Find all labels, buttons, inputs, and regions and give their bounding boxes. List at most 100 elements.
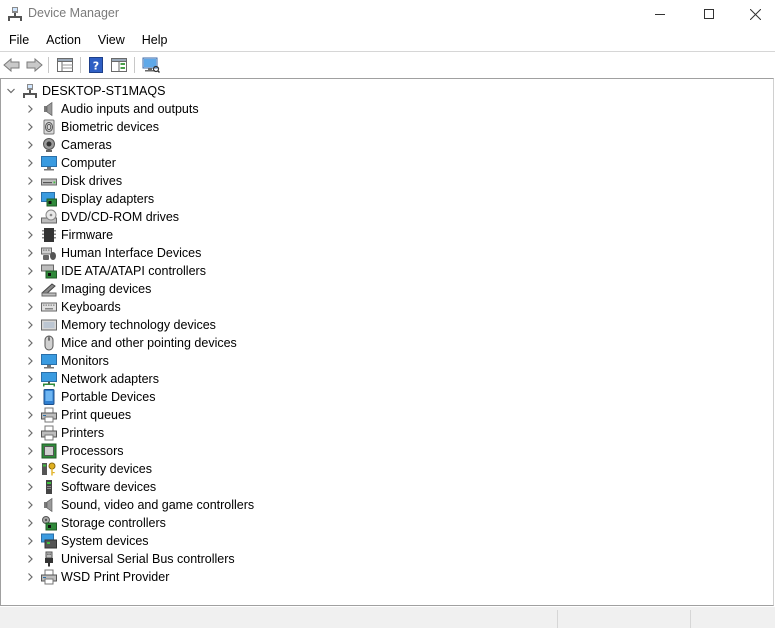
tree-item-portable-devices[interactable]: Portable Devices [25,388,156,406]
tree-item-software-devices[interactable]: Software devices [25,478,156,496]
storage-controller-icon [42,516,57,531]
chevron-right-icon[interactable] [25,406,35,424]
chevron-right-icon[interactable] [25,532,35,550]
chevron-right-icon[interactable] [25,478,35,496]
menu-file[interactable]: File [0,30,37,50]
menu-view[interactable]: View [89,30,133,50]
tree-root-label: DESKTOP-ST1MAQS [42,84,166,98]
menu-action[interactable]: Action [37,30,89,50]
ide-controller-icon [41,264,57,279]
tree-item-audio-inputs[interactable]: Audio inputs and outputs [25,100,199,118]
chevron-down-icon[interactable] [6,82,16,100]
chevron-right-icon[interactable] [25,352,35,370]
scan-hardware-button[interactable] [141,55,161,74]
device-tree-pane[interactable]: DESKTOP-ST1MAQS Audio inputs and outputs… [0,78,774,606]
maximize-button[interactable] [686,0,732,28]
chevron-right-icon[interactable] [25,514,35,532]
chevron-right-icon[interactable] [25,172,35,190]
tree-item-keyboards[interactable]: Keyboards [25,298,121,316]
tree-item-dvd-drives[interactable]: DVD/CD-ROM drives [25,208,179,226]
toolbar: ? [0,52,775,77]
speaker-icon [44,101,53,117]
tree-item-ide-controllers[interactable]: IDE ATA/ATAPI controllers [25,262,206,280]
close-button[interactable] [732,0,775,28]
menu-help[interactable]: Help [133,30,176,50]
minimize-button[interactable] [637,0,683,28]
tree-item-firmware[interactable]: Firmware [25,226,113,244]
tree-item-label: Biometric devices [61,120,159,134]
chevron-right-icon[interactable] [25,190,35,208]
chevron-right-icon[interactable] [25,424,35,442]
tree-item-hid[interactable]: Human Interface Devices [25,244,201,262]
tree-item-monitors[interactable]: Monitors [25,352,109,370]
chevron-right-icon[interactable] [25,298,35,316]
chevron-right-icon[interactable] [25,118,35,136]
chevron-right-icon[interactable] [25,136,35,154]
tree-item-sound-video-game[interactable]: Sound, video and game controllers [25,496,254,514]
chevron-right-icon[interactable] [25,154,35,172]
toolbar-separator [134,57,135,73]
chevron-right-icon[interactable] [25,316,35,334]
tree-item-label: IDE ATA/ATAPI controllers [61,264,206,278]
tree-root-node[interactable]: DESKTOP-ST1MAQS [6,82,165,100]
tree-item-processors[interactable]: Processors [25,442,124,460]
chevron-right-icon[interactable] [25,460,35,478]
tree-item-imaging-devices[interactable]: Imaging devices [25,280,151,298]
processor-icon [41,443,57,459]
printer-icon [41,569,57,585]
tree-item-biometric[interactable]: Biometric devices [25,118,159,136]
chevron-right-icon[interactable] [25,550,35,568]
tree-item-wsd-print-provider[interactable]: WSD Print Provider [25,568,169,586]
help-icon: ? [89,56,103,73]
tree-item-label: Portable Devices [61,390,156,404]
properties-grid-button[interactable] [55,55,75,74]
tree-item-label: Audio inputs and outputs [61,102,199,116]
tree-item-usb-controllers[interactable]: Universal Serial Bus controllers [25,550,235,568]
tree-item-label: Disk drives [61,174,123,188]
tree-item-label: Software devices [61,480,157,494]
tree-item-network-adapters[interactable]: Network adapters [25,370,159,388]
tree-item-label: Print queues [61,408,132,422]
chevron-right-icon[interactable] [25,262,35,280]
chevron-right-icon[interactable] [25,334,35,352]
chevron-right-icon[interactable] [25,208,35,226]
help-button[interactable]: ? [86,55,106,74]
tree-item-label: Keyboards [61,300,121,314]
fingerprint-icon [43,119,55,135]
action-pane-button[interactable] [109,55,129,74]
tree-item-label: Universal Serial Bus controllers [61,552,235,566]
memory-card-icon [41,319,57,331]
tree-item-label: Mice and other pointing devices [61,336,237,350]
scan-hardware-icon [142,57,160,73]
tree-item-disk-drives[interactable]: Disk drives [25,172,122,190]
status-bar-divider [690,610,691,628]
network-adapter-icon [41,372,57,387]
tree-item-computer[interactable]: Computer [25,154,116,172]
chevron-right-icon[interactable] [25,244,35,262]
dvd-drive-icon [41,209,57,224]
chevron-right-icon[interactable] [25,568,35,586]
tree-item-print-queues[interactable]: Print queues [25,406,131,424]
tree-item-cameras[interactable]: Cameras [25,136,112,154]
chevron-right-icon[interactable] [25,442,35,460]
chevron-right-icon[interactable] [25,226,35,244]
back-button[interactable] [2,55,22,74]
tree-item-memory-technology[interactable]: Memory technology devices [25,316,216,334]
tree-item-mice[interactable]: Mice and other pointing devices [25,334,237,352]
keyboard-icon [41,302,57,312]
menu-bar: File Action View Help [0,29,775,51]
chevron-right-icon[interactable] [25,388,35,406]
chevron-right-icon[interactable] [25,496,35,514]
tree-item-system-devices[interactable]: System devices [25,532,149,550]
tree-item-printers[interactable]: Printers [25,424,104,442]
tree-item-security-devices[interactable]: Security devices [25,460,152,478]
tree-item-display-adapters[interactable]: Display adapters [25,190,154,208]
tree-item-storage-controllers[interactable]: Storage controllers [25,514,166,532]
back-arrow-icon [3,57,20,72]
chevron-right-icon[interactable] [25,370,35,388]
chevron-right-icon[interactable] [25,280,35,298]
forward-button[interactable] [24,55,44,74]
printer-icon [41,407,57,423]
chevron-right-icon[interactable] [25,100,35,118]
firmware-chip-icon [42,228,56,242]
